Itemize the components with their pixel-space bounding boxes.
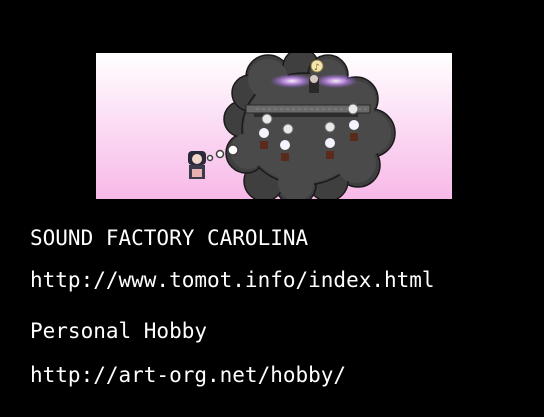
stage-light-right	[314, 74, 358, 88]
credit-line-personal-hobby: Personal Hobby	[30, 319, 208, 343]
audience-member	[324, 121, 336, 159]
svg-text:♪: ♪	[314, 63, 320, 73]
credit-link-tomot[interactable]: http://www.tomot.info/index.html	[30, 267, 435, 293]
credit-link-art-org[interactable]: http://art-org.net/hobby/	[30, 362, 346, 388]
performer-sprite	[309, 75, 319, 93]
banner-illustration: ♪	[96, 53, 452, 199]
thought-bubble-banner: ♪	[96, 53, 452, 199]
thinking-girl-sprite	[188, 151, 206, 179]
stage-light-left	[270, 74, 314, 88]
credit-line-sound-factory: SOUND FACTORY CAROLINA	[30, 226, 309, 250]
